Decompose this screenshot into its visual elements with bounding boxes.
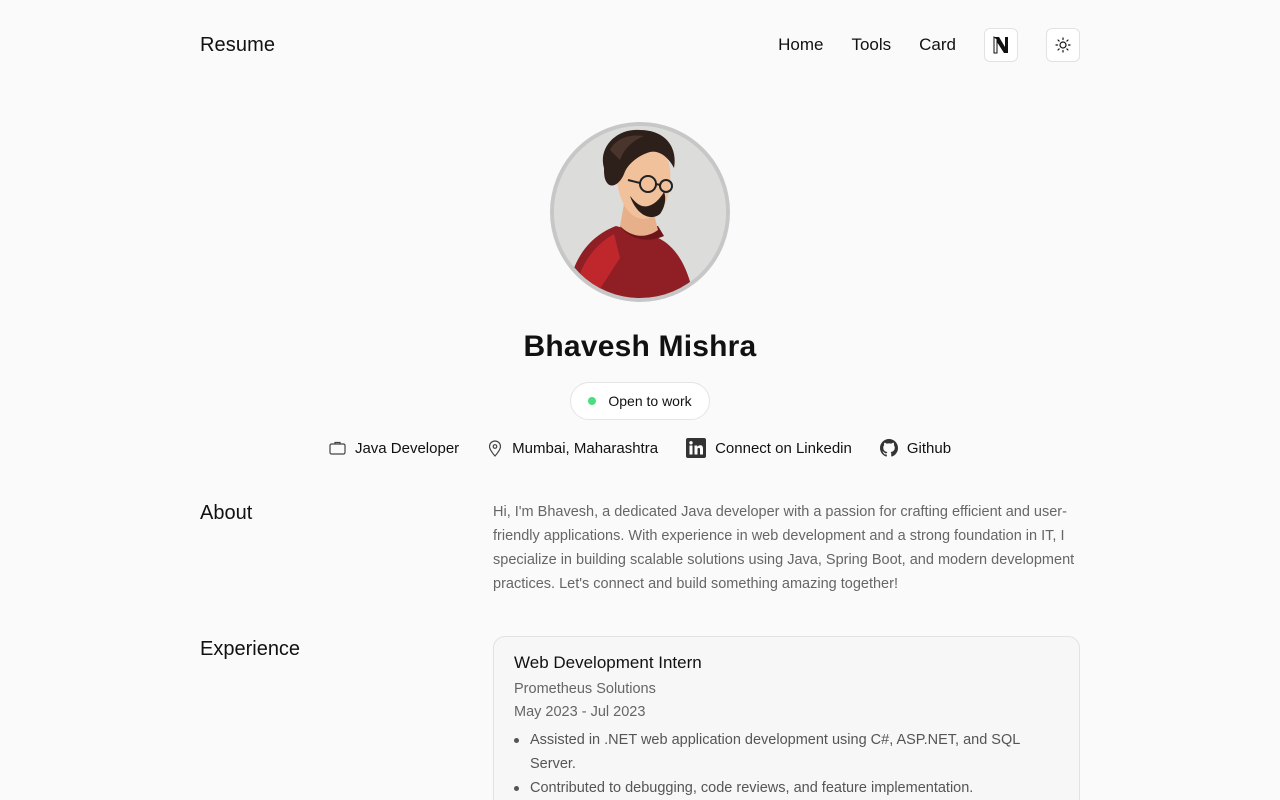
main-nav: Home Tools Card	[778, 28, 1080, 62]
sun-icon	[1055, 37, 1071, 53]
site-header: Resume Home Tools Card	[200, 28, 1080, 62]
github-icon	[879, 439, 898, 457]
meta-github[interactable]: Github	[879, 439, 951, 457]
status-label: Open to work	[608, 393, 692, 409]
status-badge: Open to work	[570, 382, 710, 420]
meta-location: Mumbai, Maharashtra	[487, 440, 658, 457]
brand-link[interactable]: Resume	[200, 34, 275, 57]
nav-card[interactable]: Card	[919, 35, 956, 55]
status-dot-icon	[588, 397, 597, 405]
experience-bullet: Assisted in .NET web application develop…	[514, 728, 1059, 776]
profile-name: Bhavesh Mishra	[523, 330, 757, 363]
experience-card: Web Development Intern Prometheus Soluti…	[493, 636, 1080, 800]
experience-company: Prometheus Solutions	[514, 681, 656, 697]
notion-button[interactable]	[984, 28, 1018, 62]
profile-meta: Java Developer Mumbai, Maharashtra Conne…	[0, 436, 1280, 460]
theme-toggle-button[interactable]	[1046, 28, 1080, 62]
experience-role: Web Development Intern	[514, 653, 702, 672]
meta-linkedin[interactable]: Connect on Linkedin	[686, 438, 852, 458]
role-text: Java Developer	[354, 439, 460, 457]
linkedin-icon	[686, 438, 707, 458]
notion-logo-icon	[993, 36, 1008, 54]
meta-role: Java Developer	[329, 440, 459, 457]
experience-bullet: Contributed to debugging, code reviews, …	[514, 776, 1059, 800]
experience-heading: Experience	[200, 638, 301, 660]
map-pin-icon	[489, 439, 502, 457]
experience-dates: May 2023 - Jul 2023	[514, 704, 646, 720]
github-link[interactable]: Github	[907, 440, 951, 457]
nav-tools[interactable]: Tools	[851, 35, 891, 55]
experience-bullets: Assisted in .NET web application develop…	[514, 728, 1059, 800]
briefcase-icon	[329, 441, 346, 455]
linkedin-link[interactable]: Connect on Linkedin	[715, 440, 852, 457]
about-text: Hi, I'm Bhavesh, a dedicated Java develo…	[493, 504, 1075, 592]
avatar-illustration	[554, 126, 726, 298]
avatar	[550, 122, 730, 302]
about-heading: About	[200, 502, 253, 524]
location-text: Mumbai, Maharashtra	[512, 439, 659, 457]
nav-home[interactable]: Home	[778, 35, 823, 55]
